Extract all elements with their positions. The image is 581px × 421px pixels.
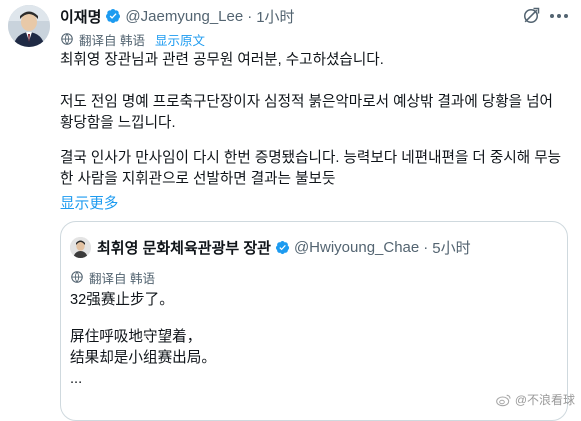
verified-badge-icon: [275, 240, 289, 254]
show-original-link[interactable]: 显示原文: [155, 30, 205, 49]
translation-bar: 翻译自 韩语 显示原文: [60, 30, 205, 48]
tweet-paragraph: 저도 전임 명예 프로축구단장이자 심정적 붉은악마로서 예상밖 결과에 당황을…: [60, 94, 553, 131]
watermark-text: @不浪看球: [514, 393, 575, 407]
grok-icon[interactable]: [521, 6, 541, 26]
quoted-tweet-body: 32强赛止步了。 屏住呼吸地守望着， 结果却是小组赛出局。 ...: [70, 290, 216, 390]
verified-badge-icon: [106, 9, 121, 23]
translation-label: 翻译自 韩语: [79, 33, 145, 48]
tweet-paragraph: 결국 인사가 만사임이 다시 한번 증명됐습니다. 능력보다 네편내편을 더 중…: [60, 150, 562, 187]
quoted-tweet-blank-line: [70, 311, 216, 327]
watermark: @不浪看球: [495, 391, 575, 408]
quoted-tweet-header: 최휘영 문화체육관광부 장관 @Hwiyoung_Chae · 5小时: [97, 236, 471, 258]
avatar-portrait: [8, 5, 50, 47]
author-handle[interactable]: @Jaemyung_Lee: [125, 8, 243, 25]
tweet-header: 이재명 @Jaemyung_Lee · 1小时: [60, 5, 569, 27]
header-separator: ·: [247, 7, 253, 25]
quoted-translation-label: 翻译自 韩语: [89, 271, 155, 286]
quoted-avatar-portrait: [70, 237, 91, 258]
tweet-paragraph: 최휘영 장관님과 관련 공무원 여러분, 수고하셨습니다.: [60, 52, 384, 68]
tweet-timestamp[interactable]: 1小时: [256, 6, 294, 27]
quoted-author-display-name[interactable]: 최휘영 문화체육관광부 장관: [97, 237, 271, 258]
quoted-author-handle[interactable]: @Hwiyoung_Chae: [294, 239, 419, 256]
quoted-translation-bar: 翻译自 韩语: [70, 268, 155, 286]
show-more-link[interactable]: 显示更多: [60, 192, 118, 213]
header-separator: ·: [423, 238, 429, 256]
quoted-tweet-line: 结果却是小组赛出局。: [70, 350, 216, 366]
quoted-tweet-card[interactable]: 최휘영 문화체육관광부 장관 @Hwiyoung_Chae · 5小时 翻译自 …: [60, 221, 568, 421]
globe-icon: [71, 271, 83, 283]
quoted-tweet-line: 屏住呼吸地守望着，: [70, 329, 202, 345]
quoted-tweet-line: ...: [70, 371, 83, 387]
author-avatar[interactable]: [8, 5, 50, 47]
globe-icon: [61, 33, 73, 45]
quoted-tweet-line: 32强赛止步了。: [70, 292, 174, 308]
more-options-icon[interactable]: [549, 10, 569, 22]
quoted-author-avatar[interactable]: [70, 237, 91, 258]
author-display-name[interactable]: 이재명: [60, 6, 101, 27]
weibo-logo-icon: [495, 394, 511, 406]
quoted-tweet-timestamp[interactable]: 5小时: [432, 237, 470, 258]
